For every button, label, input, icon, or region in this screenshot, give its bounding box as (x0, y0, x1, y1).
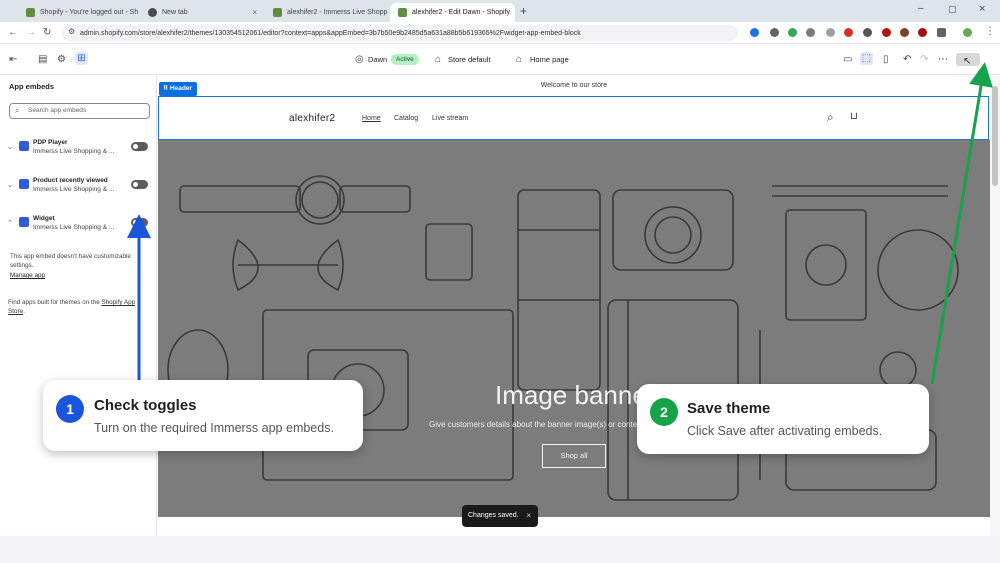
green-arrow-to-save (930, 62, 993, 385)
step-2-badge: 2 (650, 398, 678, 426)
callout-title: Check toggles (94, 397, 197, 414)
callout-description: Click Save after activating embeds. (687, 424, 883, 438)
annotation-arrows (127, 62, 993, 385)
callout-check-toggles: 1 Check toggles Turn on the required Imm… (43, 380, 363, 451)
callout-title: Save theme (687, 400, 771, 417)
callout-save-theme: 2 Save theme Click Save after activating… (637, 384, 929, 454)
callout-description: Turn on the required Immerss app embeds. (94, 421, 334, 435)
step-1-badge: 1 (56, 395, 84, 423)
